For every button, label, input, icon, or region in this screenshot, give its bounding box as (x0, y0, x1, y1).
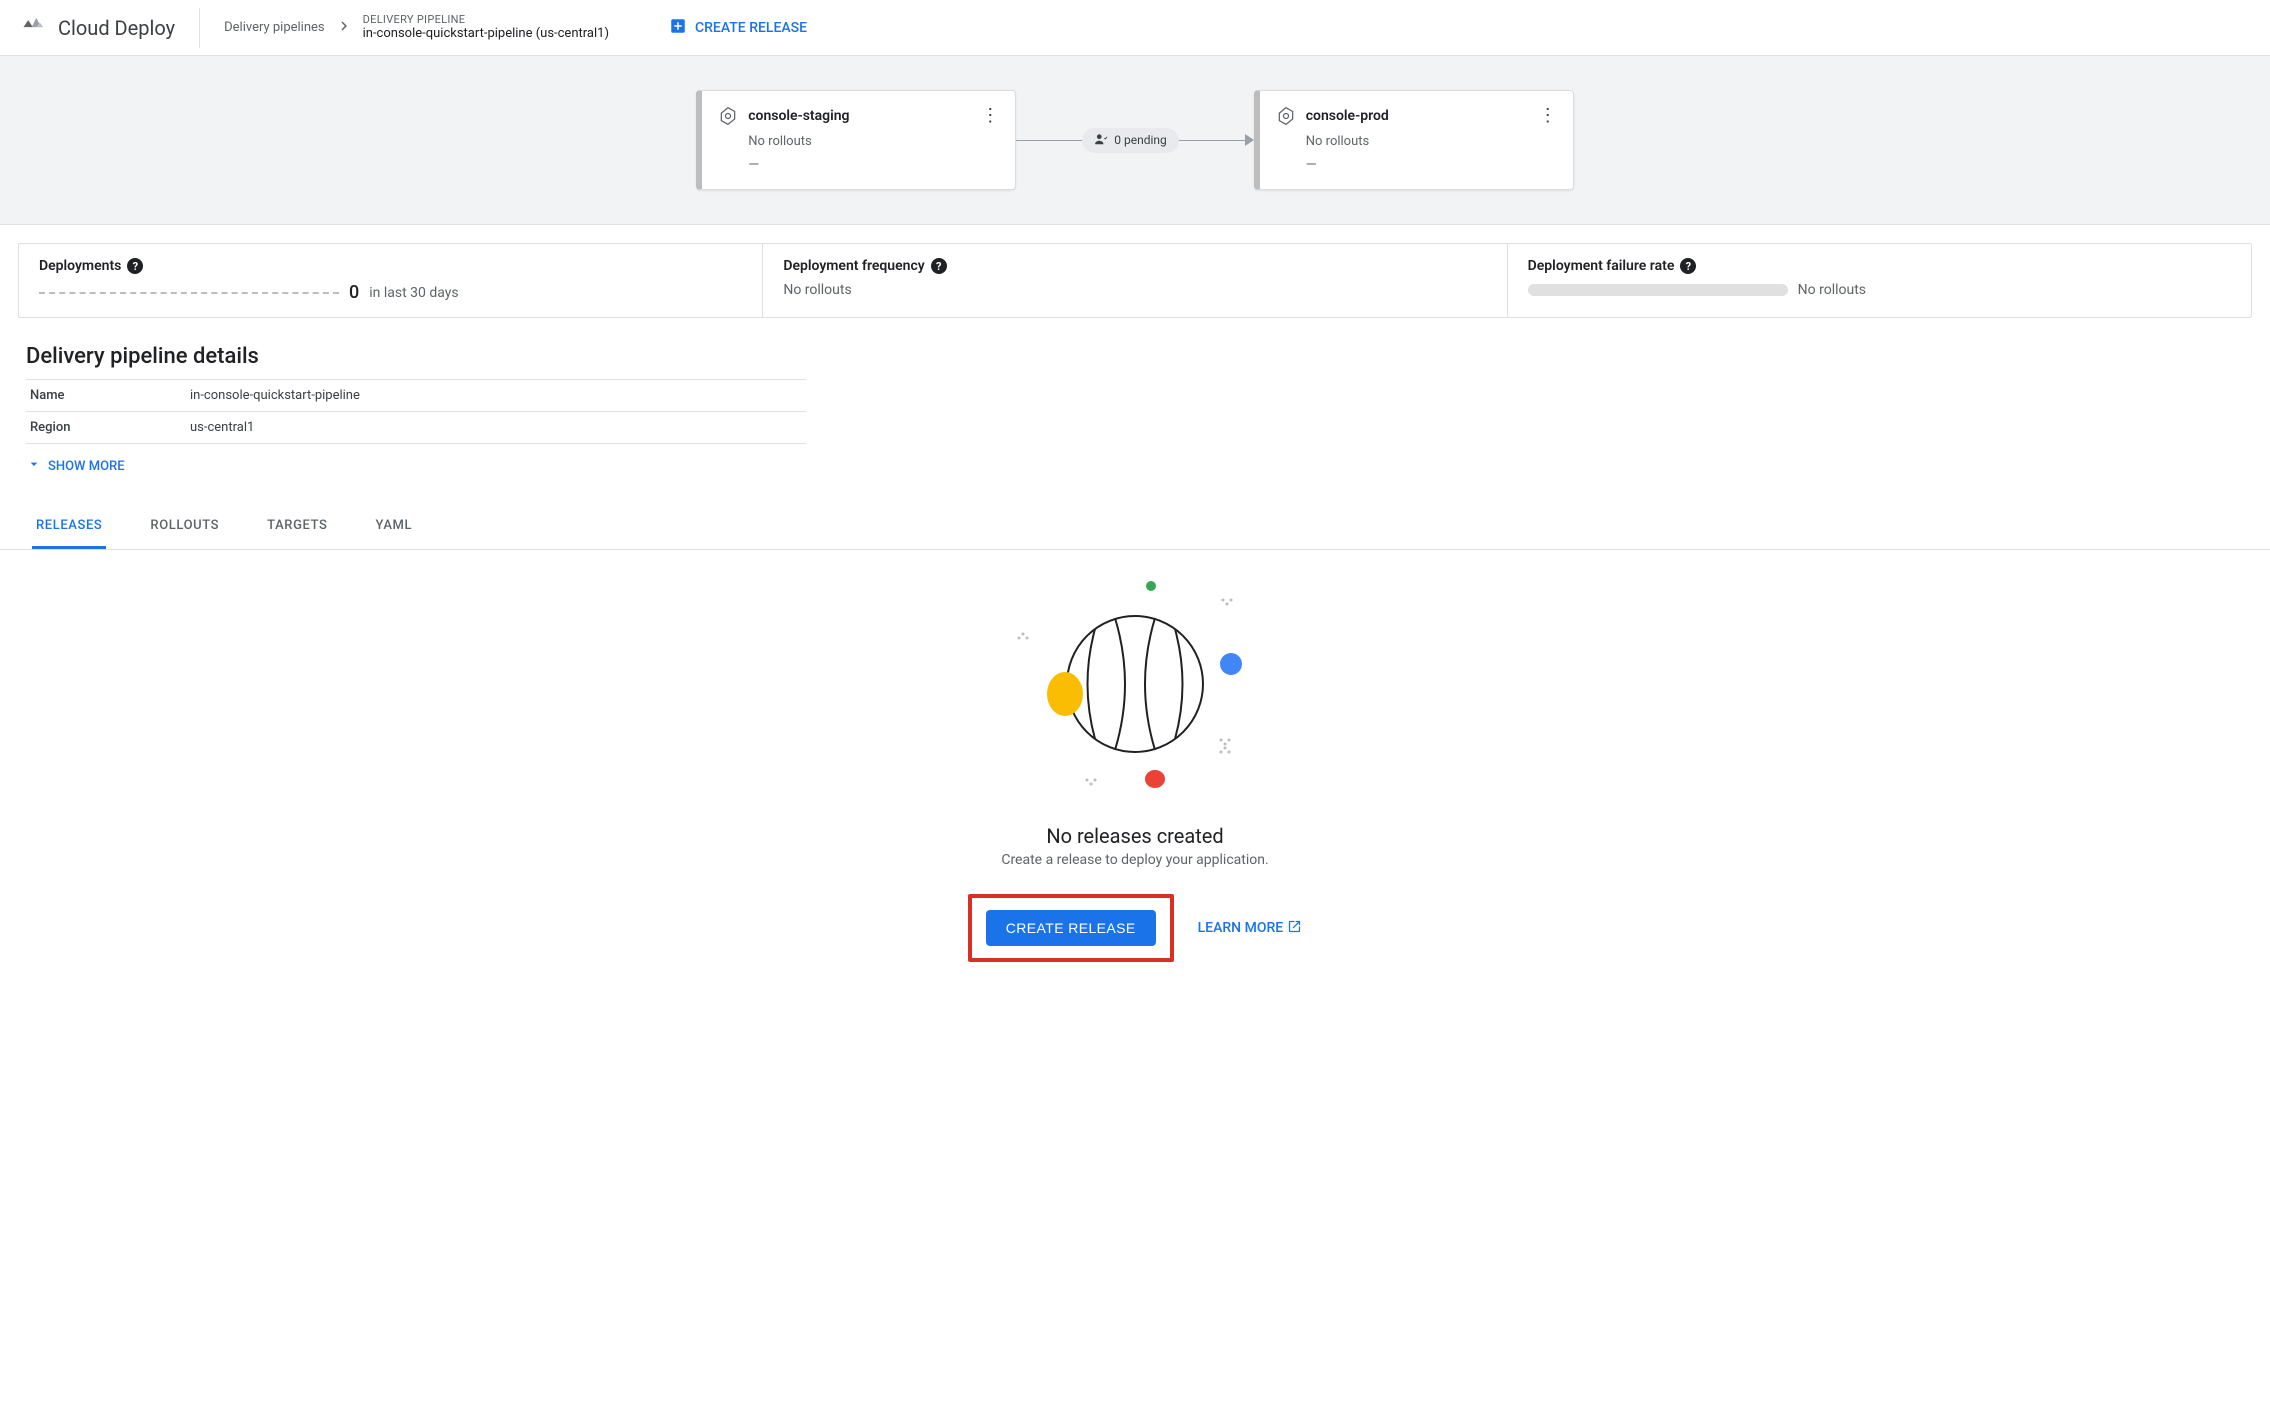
failure-value: No rollouts (1798, 282, 1866, 298)
details-title: Delivery pipeline details (26, 344, 2244, 369)
chevron-right-icon (335, 17, 353, 39)
deployments-count: 0 (349, 282, 359, 303)
empty-title: No releases created (1046, 824, 1223, 848)
table-row: Name in-console-quickstart-pipeline (26, 380, 806, 412)
pending-pill[interactable]: 0 pending (1082, 128, 1179, 153)
detail-value: in-console-quickstart-pipeline (186, 380, 806, 412)
pending-label: 0 pending (1114, 133, 1167, 147)
details-table: Name in-console-quickstart-pipeline Regi… (26, 379, 806, 444)
create-release-button[interactable]: CREATE RELEASE (986, 910, 1156, 946)
stage-status: No rollouts (748, 134, 999, 149)
metrics-bar: Deployments ? 0 in last 30 days Deployme… (18, 243, 2252, 318)
learn-more-label: LEARN MORE (1198, 920, 1284, 936)
frequency-value: No rollouts (783, 282, 851, 298)
breadcrumb-value: in-console-quickstart-pipeline (us-centr… (363, 26, 609, 42)
pipeline-stage-panel: console-staging ⋮ No rollouts — 0 pendin… (0, 56, 2270, 225)
target-hex-icon (1276, 106, 1296, 126)
show-more-label: SHOW MORE (48, 459, 125, 474)
breadcrumb-parent-link[interactable]: Delivery pipelines (224, 20, 325, 35)
stage-title: console-staging (748, 108, 971, 124)
deployments-period: in last 30 days (369, 285, 458, 301)
stage-status: No rollouts (1306, 134, 1557, 149)
stage-dash: — (748, 157, 999, 173)
create-release-header-label: CREATE RELEASE (695, 20, 807, 36)
product-name: Cloud Deploy (58, 16, 175, 40)
stage-card-staging[interactable]: console-staging ⋮ No rollouts — (696, 90, 1016, 190)
stage-title: console-prod (1306, 108, 1529, 124)
show-more-button[interactable]: SHOW MORE (26, 456, 2244, 476)
help-icon[interactable]: ? (931, 258, 947, 274)
learn-more-link[interactable]: LEARN MORE (1198, 919, 1303, 938)
help-icon[interactable]: ? (127, 258, 143, 274)
details-section: Delivery pipeline details Name in-consol… (0, 336, 2270, 484)
empty-subtitle: Create a release to deploy your applicat… (1001, 852, 1268, 868)
metric-failure-rate: Deployment failure rate ? No rollouts (1508, 244, 2251, 317)
stage-card-prod[interactable]: console-prod ⋮ No rollouts — (1254, 90, 1574, 190)
tabs: RELEASES ROLLOUTS TARGETS YAML (0, 508, 2270, 550)
breadcrumb-label: DELIVERY PIPELINE (363, 13, 609, 27)
add-box-icon (669, 17, 687, 39)
tab-targets[interactable]: TARGETS (263, 508, 331, 549)
breadcrumb-current: DELIVERY PIPELINE in-console-quickstart-… (363, 13, 609, 43)
stage-connector: 0 pending (1016, 128, 1254, 153)
highlight-box: CREATE RELEASE (968, 894, 1174, 962)
sparkline-placeholder (39, 292, 339, 294)
target-hex-icon (718, 106, 738, 126)
header-bar: Cloud Deploy Delivery pipelines DELIVERY… (0, 0, 2270, 56)
empty-illustration (945, 574, 1325, 794)
detail-key: Region (26, 412, 186, 444)
metric-label: Deployments (39, 258, 121, 274)
empty-state: No releases created Create a release to … (0, 550, 2270, 992)
cloud-deploy-logo-icon (20, 12, 48, 44)
failure-bar (1528, 284, 1788, 296)
detail-value: us-central1 (186, 412, 806, 444)
stage-row: console-staging ⋮ No rollouts — 0 pendin… (696, 90, 1574, 190)
kebab-menu-icon[interactable]: ⋮ (981, 105, 999, 126)
arrow-right-icon (1245, 134, 1254, 146)
tab-yaml[interactable]: YAML (372, 508, 417, 549)
breadcrumb: Delivery pipelines DELIVERY PIPELINE in-… (200, 11, 2250, 45)
table-row: Region us-central1 (26, 412, 806, 444)
create-release-header-button[interactable]: CREATE RELEASE (659, 11, 817, 45)
metric-label: Deployment frequency (783, 258, 924, 274)
kebab-menu-icon[interactable]: ⋮ (1539, 105, 1557, 126)
detail-key: Name (26, 380, 186, 412)
empty-actions: CREATE RELEASE LEARN MORE (968, 894, 1302, 962)
metric-deployments: Deployments ? 0 in last 30 days (19, 244, 763, 317)
product-logo-block: Cloud Deploy (20, 8, 200, 48)
help-icon[interactable]: ? (1680, 258, 1696, 274)
approval-icon (1094, 132, 1108, 149)
chevron-down-icon (26, 456, 42, 476)
external-link-icon (1287, 919, 1302, 938)
tab-rollouts[interactable]: ROLLOUTS (146, 508, 223, 549)
metric-frequency: Deployment frequency ? No rollouts (763, 244, 1507, 317)
metric-label: Deployment failure rate (1528, 258, 1675, 274)
tab-releases[interactable]: RELEASES (32, 508, 106, 549)
stage-dash: — (1306, 157, 1557, 173)
